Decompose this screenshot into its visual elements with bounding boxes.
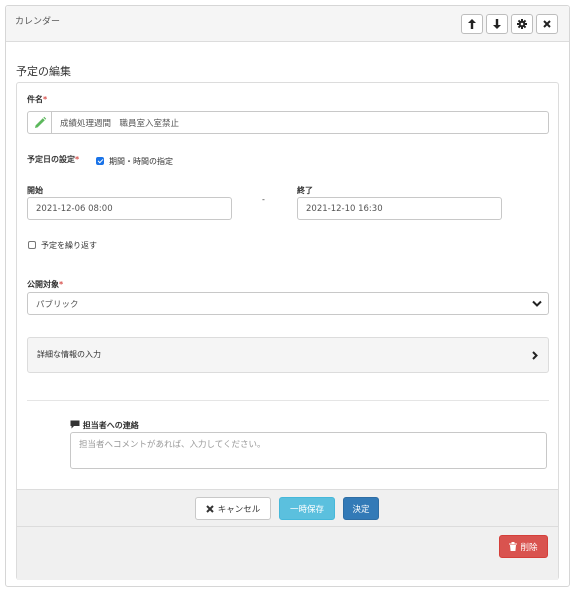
visibility-select[interactable]: パブリック [27,292,549,315]
arrow-down-icon [493,19,501,29]
page-title: 予定の編集 [16,65,71,78]
details-accordion[interactable]: 詳細な情報の入力 [27,337,549,373]
settings-button[interactable] [511,14,533,34]
chevron-right-icon [532,351,538,360]
contact-textarea[interactable]: 担当者へコメントがあれば、入力してください。 [70,432,547,469]
pencil-icon [34,116,46,128]
close-button[interactable] [536,14,558,34]
visibility-label: 公開対象* [27,280,64,289]
start-label: 開始 [27,186,43,195]
end-datetime-input[interactable]: 2021-12-10 16:30 [297,197,502,220]
repeat-checkbox[interactable] [28,241,36,249]
move-up-button[interactable] [461,14,483,34]
chevron-down-icon [532,300,542,307]
close-icon [543,20,551,28]
date-separator: - [262,195,265,204]
pencil-button[interactable] [27,111,52,134]
form-actions: キャンセル 一時保存 決定 [17,489,558,527]
edit-form: 件名* 成績処理週間 職員室入室禁止 予定日の設定* 期間・時間の指定 開始 2… [16,82,559,580]
close-icon [206,504,214,513]
date-setting-label: 予定日の設定* [27,155,80,164]
divider [27,400,549,401]
subject-value: 成績処理週間 職員室入室禁止 [60,118,180,129]
submit-button[interactable]: 決定 [343,497,379,520]
end-label: 終了 [297,186,313,195]
contact-label: 担当者への連絡 [70,420,139,431]
end-value: 2021-12-10 16:30 [306,203,383,214]
subject-input[interactable]: 成績処理週間 職員室入室禁止 [52,111,549,134]
repeat-label: 予定を繰り返す [41,241,97,250]
contact-placeholder: 担当者へコメントがあれば、入力してください。 [79,440,266,450]
details-label: 詳細な情報の入力 [37,350,101,359]
panel-title: カレンダー [15,17,61,27]
visibility-value: パブリック [36,299,79,310]
arrow-up-icon [468,19,476,29]
calendar-panel: カレンダー 予定の編集 件名* 成績処理週間 職員室入室禁止 予定日の設定* 期… [5,5,570,587]
gear-icon [517,19,527,29]
subject-label: 件名* [27,95,48,104]
move-down-button[interactable] [486,14,508,34]
period-time-label: 期間・時間の指定 [109,157,173,166]
comment-icon [70,420,80,429]
start-value: 2021-12-06 08:00 [36,203,113,214]
start-datetime-input[interactable]: 2021-12-06 08:00 [27,197,232,220]
delete-button[interactable]: 削除 [499,535,548,558]
temp-save-button[interactable]: 一時保存 [279,497,335,520]
delete-actions: 削除 [17,527,558,580]
cancel-button[interactable]: キャンセル [195,497,271,520]
period-time-checkbox[interactable] [96,157,104,165]
panel-header: カレンダー [6,6,569,42]
trash-icon [509,542,518,551]
